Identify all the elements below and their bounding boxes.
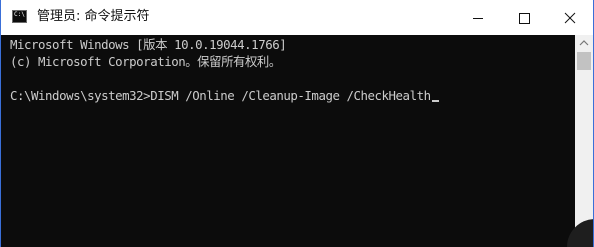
minimize-button[interactable]	[455, 0, 501, 35]
cmd-icon[interactable]: C:\	[12, 10, 27, 23]
scroll-thumb[interactable]	[577, 52, 591, 70]
cmd-icon-glyph: C:\	[14, 11, 25, 18]
title-bar[interactable]: C:\ 管理员: 命令提示符	[1, 0, 593, 35]
close-button[interactable]	[547, 0, 593, 35]
command-line[interactable]: C:\Windows\system32>DISM /Online /Cleanu…	[10, 87, 439, 104]
window-title: 管理员: 命令提示符	[37, 9, 150, 24]
close-icon	[564, 12, 576, 24]
command-text: DISM /Online /Cleanup-Image /CheckHealth	[150, 88, 431, 103]
command-prompt-path: C:\Windows\system32>	[10, 88, 151, 103]
scroll-up-button[interactable]	[575, 35, 593, 52]
console-line-copyright: (c) Microsoft Corporation。保留所有权利。	[10, 54, 281, 69]
maximize-icon	[519, 13, 530, 24]
minimize-icon	[473, 18, 483, 19]
command-prompt-window: C:\ 管理员: 命令提示符 Microsoft Windows [版本 10.…	[0, 0, 594, 247]
console-line-version: Microsoft Windows [版本 10.0.19044.1766]	[10, 37, 287, 52]
maximize-button[interactable]	[501, 0, 547, 35]
text-cursor	[431, 100, 439, 102]
vertical-scrollbar[interactable]	[575, 35, 593, 247]
console-output[interactable]: Microsoft Windows [版本 10.0.19044.1766] (…	[1, 35, 575, 247]
chevron-up-icon	[579, 40, 589, 46]
